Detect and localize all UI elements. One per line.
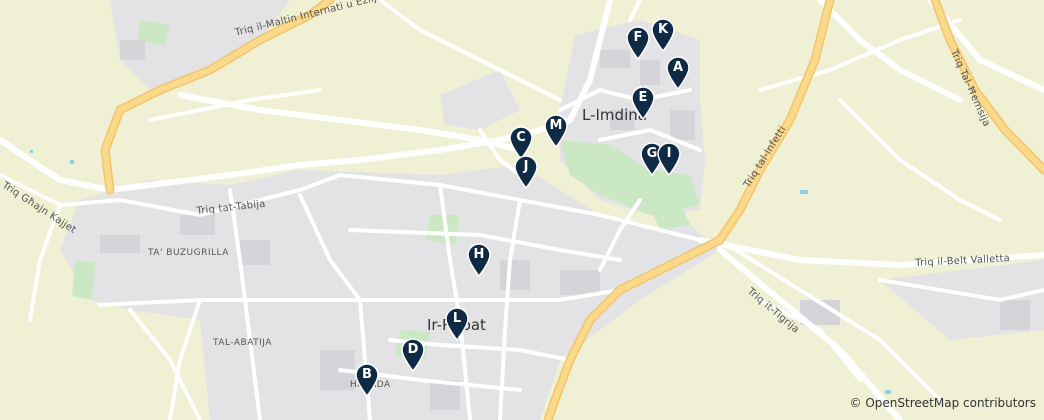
map-marker-label: L: [452, 311, 462, 326]
map-marker-label: E: [638, 90, 648, 105]
map-canvas[interactable]: L-Imdina Ir-Rabat TA' BUZUGRILLA TAL-ABA…: [0, 0, 1044, 420]
map-marker-label: B: [362, 367, 372, 382]
map-marker-m[interactable]: M: [543, 114, 569, 148]
map-marker-label: C: [516, 130, 526, 145]
map-marker-label: H: [473, 247, 485, 262]
map-base-layer: [0, 0, 1044, 420]
map-marker-label: J: [523, 159, 529, 174]
map-marker-d[interactable]: D: [400, 338, 426, 372]
map-marker-l[interactable]: L: [444, 307, 470, 341]
map-attribution[interactable]: © OpenStreetMap contributors: [850, 396, 1036, 410]
map-marker-h[interactable]: H: [466, 243, 492, 277]
map-marker-label: D: [407, 342, 419, 357]
map-marker-label: F: [633, 30, 643, 45]
map-marker-label: I: [666, 146, 672, 161]
place-label-tal-abatija: TAL-ABATIJA: [213, 338, 272, 348]
map-marker-e[interactable]: E: [630, 86, 656, 120]
map-marker-j[interactable]: J: [513, 155, 539, 189]
map-marker-k[interactable]: K: [650, 18, 676, 52]
map-marker-label: M: [549, 118, 563, 133]
map-marker-b[interactable]: B: [354, 363, 380, 397]
map-marker-label: A: [672, 60, 684, 75]
map-marker-i[interactable]: I: [656, 142, 682, 176]
map-marker-label: K: [657, 22, 669, 37]
map-marker-f[interactable]: F: [625, 26, 651, 60]
map-marker-a[interactable]: A: [665, 56, 691, 90]
place-label-ta-buzugrilla: TA' BUZUGRILLA: [148, 248, 229, 258]
